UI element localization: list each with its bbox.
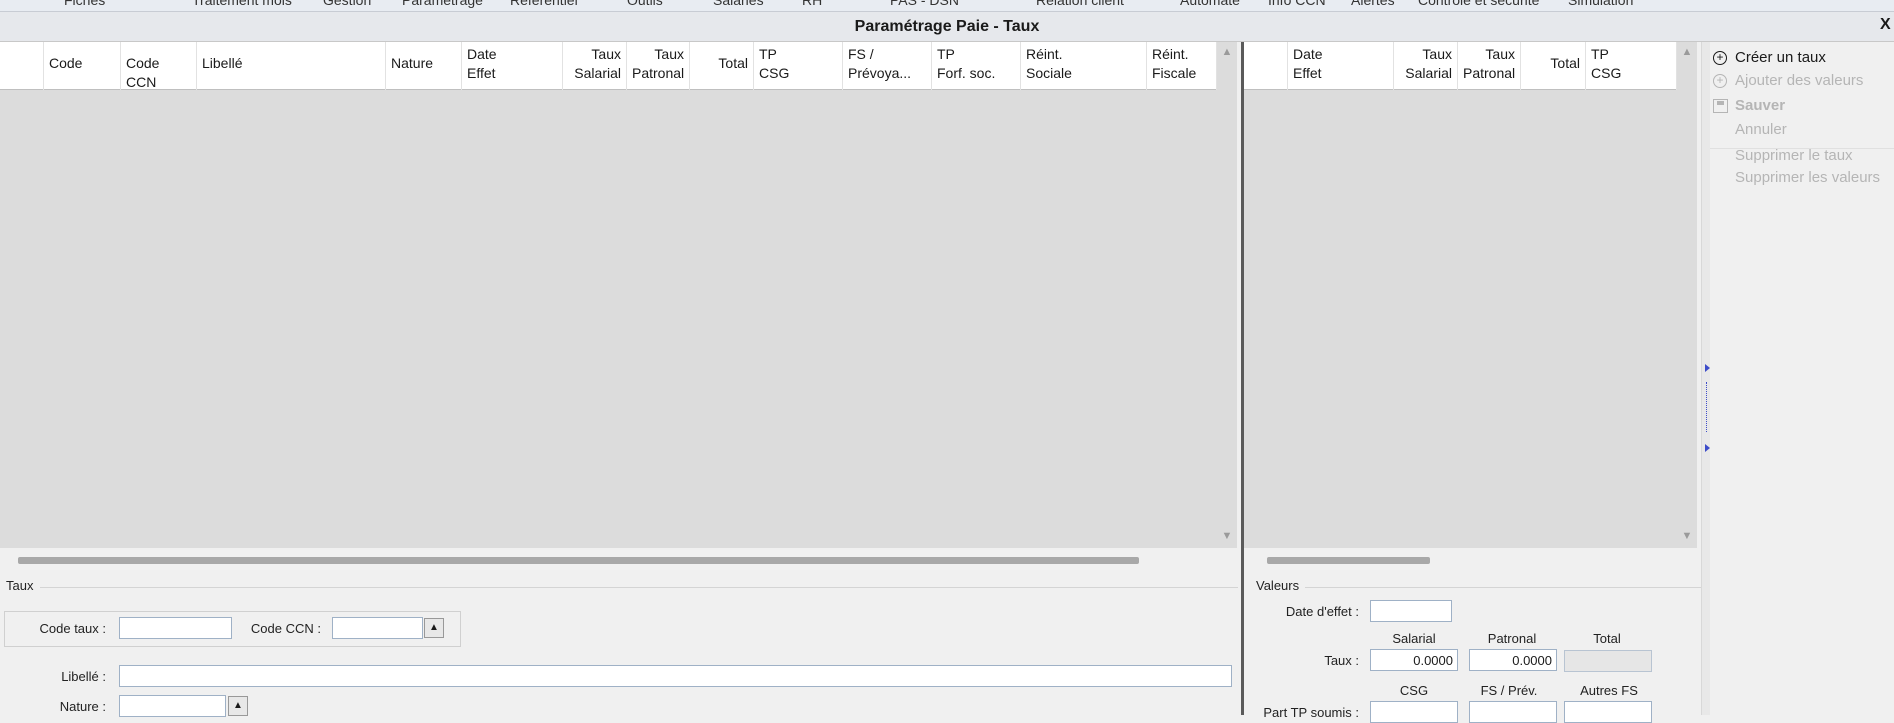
part-tp-autres-fs-input[interactable] — [1564, 701, 1652, 723]
main-menu-bar: Fiches Traitement mois Gestion Paramétra… — [0, 0, 1894, 12]
taux-patronal-input[interactable]: 0.0000 — [1469, 649, 1557, 671]
cancel-action[interactable]: Annuler — [1710, 121, 1894, 141]
menu-item-pas-dsn[interactable]: PAS - DSN — [890, 0, 959, 8]
menu-item-relation-client[interactable]: Relation client — [1036, 0, 1124, 8]
part-tp-soumis-label: Part TP soumis : — [1263, 705, 1359, 720]
floppy-disk-icon — [1713, 99, 1728, 113]
col-header-reint-fiscale[interactable]: Réint. Fiscale — [1147, 42, 1217, 90]
col-header-reint-sociale[interactable]: Réint. Sociale — [1021, 42, 1147, 90]
values-col-header-tp-csg[interactable]: TP CSG — [1586, 42, 1677, 90]
col-header-date-effet[interactable]: Date Effet — [462, 42, 563, 90]
values-scroll-down-arrow-icon[interactable]: ▼ — [1677, 530, 1697, 542]
actions-panel: + Créer un taux + Ajouter des valeurs Sa… — [1710, 45, 1894, 715]
values-grid-horizontal-scrollbar[interactable] — [1267, 557, 1430, 564]
col-header-tp-csg[interactable]: TP CSG — [754, 42, 843, 90]
code-taux-input[interactable] — [119, 617, 232, 639]
plus-circle-icon: + — [1713, 51, 1727, 65]
date-effet-input[interactable] — [1370, 600, 1452, 622]
values-scroll-up-arrow-icon[interactable]: ▲ — [1677, 46, 1697, 58]
col-header-code-ccn[interactable]: Code CCN — [121, 42, 197, 90]
menu-item-salaries[interactable]: Salariés — [713, 0, 764, 8]
values-col-header-taux-salarial[interactable]: Taux Salarial — [1394, 42, 1458, 90]
taux-total-input — [1564, 650, 1652, 672]
triangle-up-icon: ▲ — [429, 622, 439, 633]
window-titlebar: Paramétrage Paie - Taux X — [0, 12, 1894, 42]
add-values-action[interactable]: + Ajouter des valeurs — [1710, 72, 1894, 92]
taux-section-divider — [40, 587, 1238, 588]
taux-section-title: Taux — [6, 578, 34, 593]
rates-grid-horizontal-scrollbar[interactable] — [18, 557, 1139, 564]
valeurs-section-divider — [1305, 587, 1701, 588]
part-tp-csg-input[interactable] — [1370, 701, 1458, 723]
triangle-up-icon: ▲ — [233, 700, 243, 711]
actions-panel-divider[interactable] — [1701, 42, 1710, 715]
menu-item-rh[interactable]: RH — [802, 0, 822, 8]
fs-prev-column-label: FS / Prév. — [1480, 683, 1538, 698]
divider-grip — [1706, 382, 1707, 432]
menu-item-traitement-mois[interactable]: Traitement mois — [192, 0, 292, 8]
menu-item-simulation[interactable]: Simulation — [1568, 0, 1633, 8]
libelle-label: Libellé : — [61, 669, 106, 684]
create-rate-action[interactable]: + Créer un taux — [1710, 49, 1894, 69]
values-col-header-total[interactable]: Total — [1521, 42, 1586, 90]
values-col-header-taux-patronal[interactable]: Taux Patronal — [1458, 42, 1521, 90]
menu-item-controle-securite[interactable]: Contrôle et sécurité — [1418, 0, 1539, 8]
delete-values-action[interactable]: Supprimer les valeurs — [1710, 169, 1894, 189]
save-action[interactable]: Sauver — [1710, 97, 1894, 117]
values-grid-vertical-scrollbar[interactable]: ▲ ▼ — [1677, 42, 1697, 548]
col-header-libelle[interactable]: Libellé — [197, 42, 386, 90]
window-title: Paramétrage Paie - Taux — [854, 18, 1040, 35]
delete-rate-action[interactable]: Supprimer le taux — [1710, 147, 1894, 167]
col-header-taux-salarial[interactable]: Taux Salarial — [563, 42, 627, 90]
valeurs-section-title: Valeurs — [1256, 578, 1300, 593]
values-grid-row-selector-header — [1244, 42, 1288, 90]
nature-input[interactable] — [119, 695, 226, 717]
menu-item-alertes[interactable]: Alertes — [1351, 0, 1395, 8]
col-header-fs-prevoyance[interactable]: FS / Prévoya... — [843, 42, 932, 90]
nature-dropdown-button[interactable]: ▲ — [228, 696, 248, 716]
code-ccn-input[interactable] — [332, 617, 423, 639]
close-button[interactable]: X — [1880, 16, 1894, 34]
col-header-code[interactable]: Code — [44, 42, 121, 90]
autres-fs-column-label: Autres FS — [1580, 683, 1638, 698]
menu-item-automate[interactable]: Automate — [1180, 0, 1240, 8]
rates-grid-header: Code Code CCN Libellé Nature Date Effet T… — [0, 42, 1217, 90]
code-taux-label: Code taux : — [39, 621, 107, 636]
menu-item-fiches[interactable]: Fiches — [64, 0, 105, 8]
nature-label: Nature : — [59, 699, 106, 714]
menu-item-info-ccn[interactable]: Info CCN — [1268, 0, 1326, 8]
total-column-label: Total — [1593, 631, 1621, 646]
menu-item-referentiel[interactable]: Référentiel — [510, 0, 578, 8]
col-header-taux-patronal[interactable]: Taux Patronal — [627, 42, 690, 90]
code-ccn-label: Code CCN : — [250, 621, 321, 636]
taux-salarial-input[interactable]: 0.0000 — [1370, 649, 1458, 671]
csg-column-label: CSG — [1399, 683, 1429, 698]
menu-item-gestion[interactable]: Gestion — [323, 0, 371, 8]
libelle-input[interactable] — [119, 665, 1232, 687]
menu-item-parametrage[interactable]: Paramétrage — [402, 0, 483, 8]
grid-row-selector-header — [0, 42, 44, 90]
rates-grid-vertical-scrollbar[interactable]: ▲ ▼ — [1217, 42, 1237, 548]
code-ccn-dropdown-button[interactable]: ▲ — [424, 618, 444, 638]
rates-grid[interactable]: Code Code CCN Libellé Nature Date Effet T… — [0, 42, 1217, 548]
part-tp-fs-prev-input[interactable] — [1469, 701, 1557, 723]
values-grid[interactable]: Date Effet Taux Salarial Taux Patronal Tota… — [1244, 42, 1677, 548]
values-col-header-date-effet[interactable]: Date Effet — [1288, 42, 1394, 90]
scroll-up-arrow-icon[interactable]: ▲ — [1217, 46, 1237, 58]
salarial-column-label: Salarial — [1392, 631, 1436, 646]
patronal-column-label: Patronal — [1487, 631, 1537, 646]
plus-circle-icon: + — [1713, 74, 1727, 88]
date-effet-label: Date d'effet : — [1285, 604, 1359, 619]
col-header-tp-forf-soc[interactable]: TP Forf. soc. — [932, 42, 1021, 90]
col-header-nature[interactable]: Nature — [386, 42, 462, 90]
scroll-down-arrow-icon[interactable]: ▼ — [1217, 530, 1237, 542]
menu-item-outils[interactable]: Outils — [627, 0, 663, 8]
values-grid-header: Date Effet Taux Salarial Taux Patronal Tota… — [1244, 42, 1677, 90]
taux-label: Taux : — [1324, 653, 1359, 668]
col-header-total[interactable]: Total — [690, 42, 754, 90]
